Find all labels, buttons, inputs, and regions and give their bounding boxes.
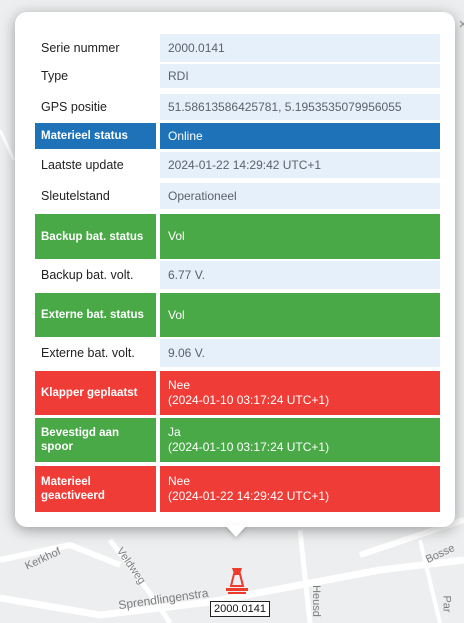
info-row-value: 2024-01-22 14:29:42 UTC+1 — [160, 152, 440, 178]
info-row-value: Vol — [160, 293, 440, 337]
info-row-label: Backup bat. status — [35, 214, 156, 259]
info-row: Type RDI — [35, 64, 440, 88]
info-row: Sleutelstand Operationeel — [35, 183, 440, 209]
popup-pointer — [225, 525, 247, 537]
info-row-label: Externe bat. volt. — [41, 346, 135, 360]
info-row-label: Backup bat. volt. — [41, 268, 134, 282]
info-row-label: Materieel status — [35, 123, 156, 149]
info-row-label: Sleutelstand — [41, 189, 110, 203]
info-row: Materieel status Online — [35, 123, 440, 149]
info-row-label: Type — [41, 69, 69, 83]
marker-label[interactable]: 2000.0141 — [210, 601, 270, 617]
info-row-label: Serie nummer — [41, 41, 120, 55]
info-row: Bevestigd aan spoor Ja (2024-01-10 03:17:… — [35, 418, 440, 462]
info-row-value: Operationeel — [160, 183, 440, 209]
info-row-label: Klapper geplaatst — [35, 371, 156, 415]
info-row-label: Externe bat. status — [35, 293, 156, 337]
info-row: Klapper geplaatst Nee (2024-01-10 03:17:2… — [35, 371, 440, 415]
info-row-value: 2000.0141 — [160, 34, 440, 62]
info-row-label: Bevestigd aan spoor — [35, 418, 156, 462]
info-row-value: Vol — [160, 214, 440, 259]
info-row: Externe bat. volt. 9.06 V. — [35, 339, 440, 367]
info-row-value: Online — [160, 123, 440, 149]
info-row-label: Materieel geactiveerd — [35, 466, 156, 512]
info-row: GPS positie 51.58613586425781, 5.19535350… — [35, 94, 440, 120]
info-row: Backup bat. status Vol — [35, 214, 440, 259]
info-row: Externe bat. status Vol — [35, 293, 440, 337]
street-label: Par — [440, 595, 453, 613]
info-row-value: Nee (2024-01-10 03:17:24 UTC+1) — [160, 371, 440, 415]
street-label: Heusd — [309, 585, 322, 617]
info-row: Materieel geactiveerd Nee (2024-01-22 14:… — [35, 466, 440, 512]
info-row: Serie nummer 2000.0141 — [35, 34, 440, 62]
info-row-label: Laatste update — [41, 158, 124, 172]
info-row-value: Nee (2024-01-22 14:29:42 UTC+1) — [160, 466, 440, 512]
info-row-value: 6.77 V. — [160, 261, 440, 289]
train-device-icon[interactable] — [222, 564, 252, 598]
info-row-label: GPS positie — [41, 100, 108, 114]
close-icon[interactable]: × — [454, 16, 464, 34]
info-row-value: 9.06 V. — [160, 339, 440, 367]
info-row-value: RDI — [160, 64, 440, 88]
info-row: Backup bat. volt. 6.77 V. — [35, 261, 440, 289]
info-row-value: Ja (2024-01-10 03:17:24 UTC+1) — [160, 418, 440, 462]
info-row: Laatste update 2024-01-22 14:29:42 UTC+1 — [35, 152, 440, 178]
info-row-value: 51.58613586425781, 5.1953535079956055 — [160, 94, 440, 120]
